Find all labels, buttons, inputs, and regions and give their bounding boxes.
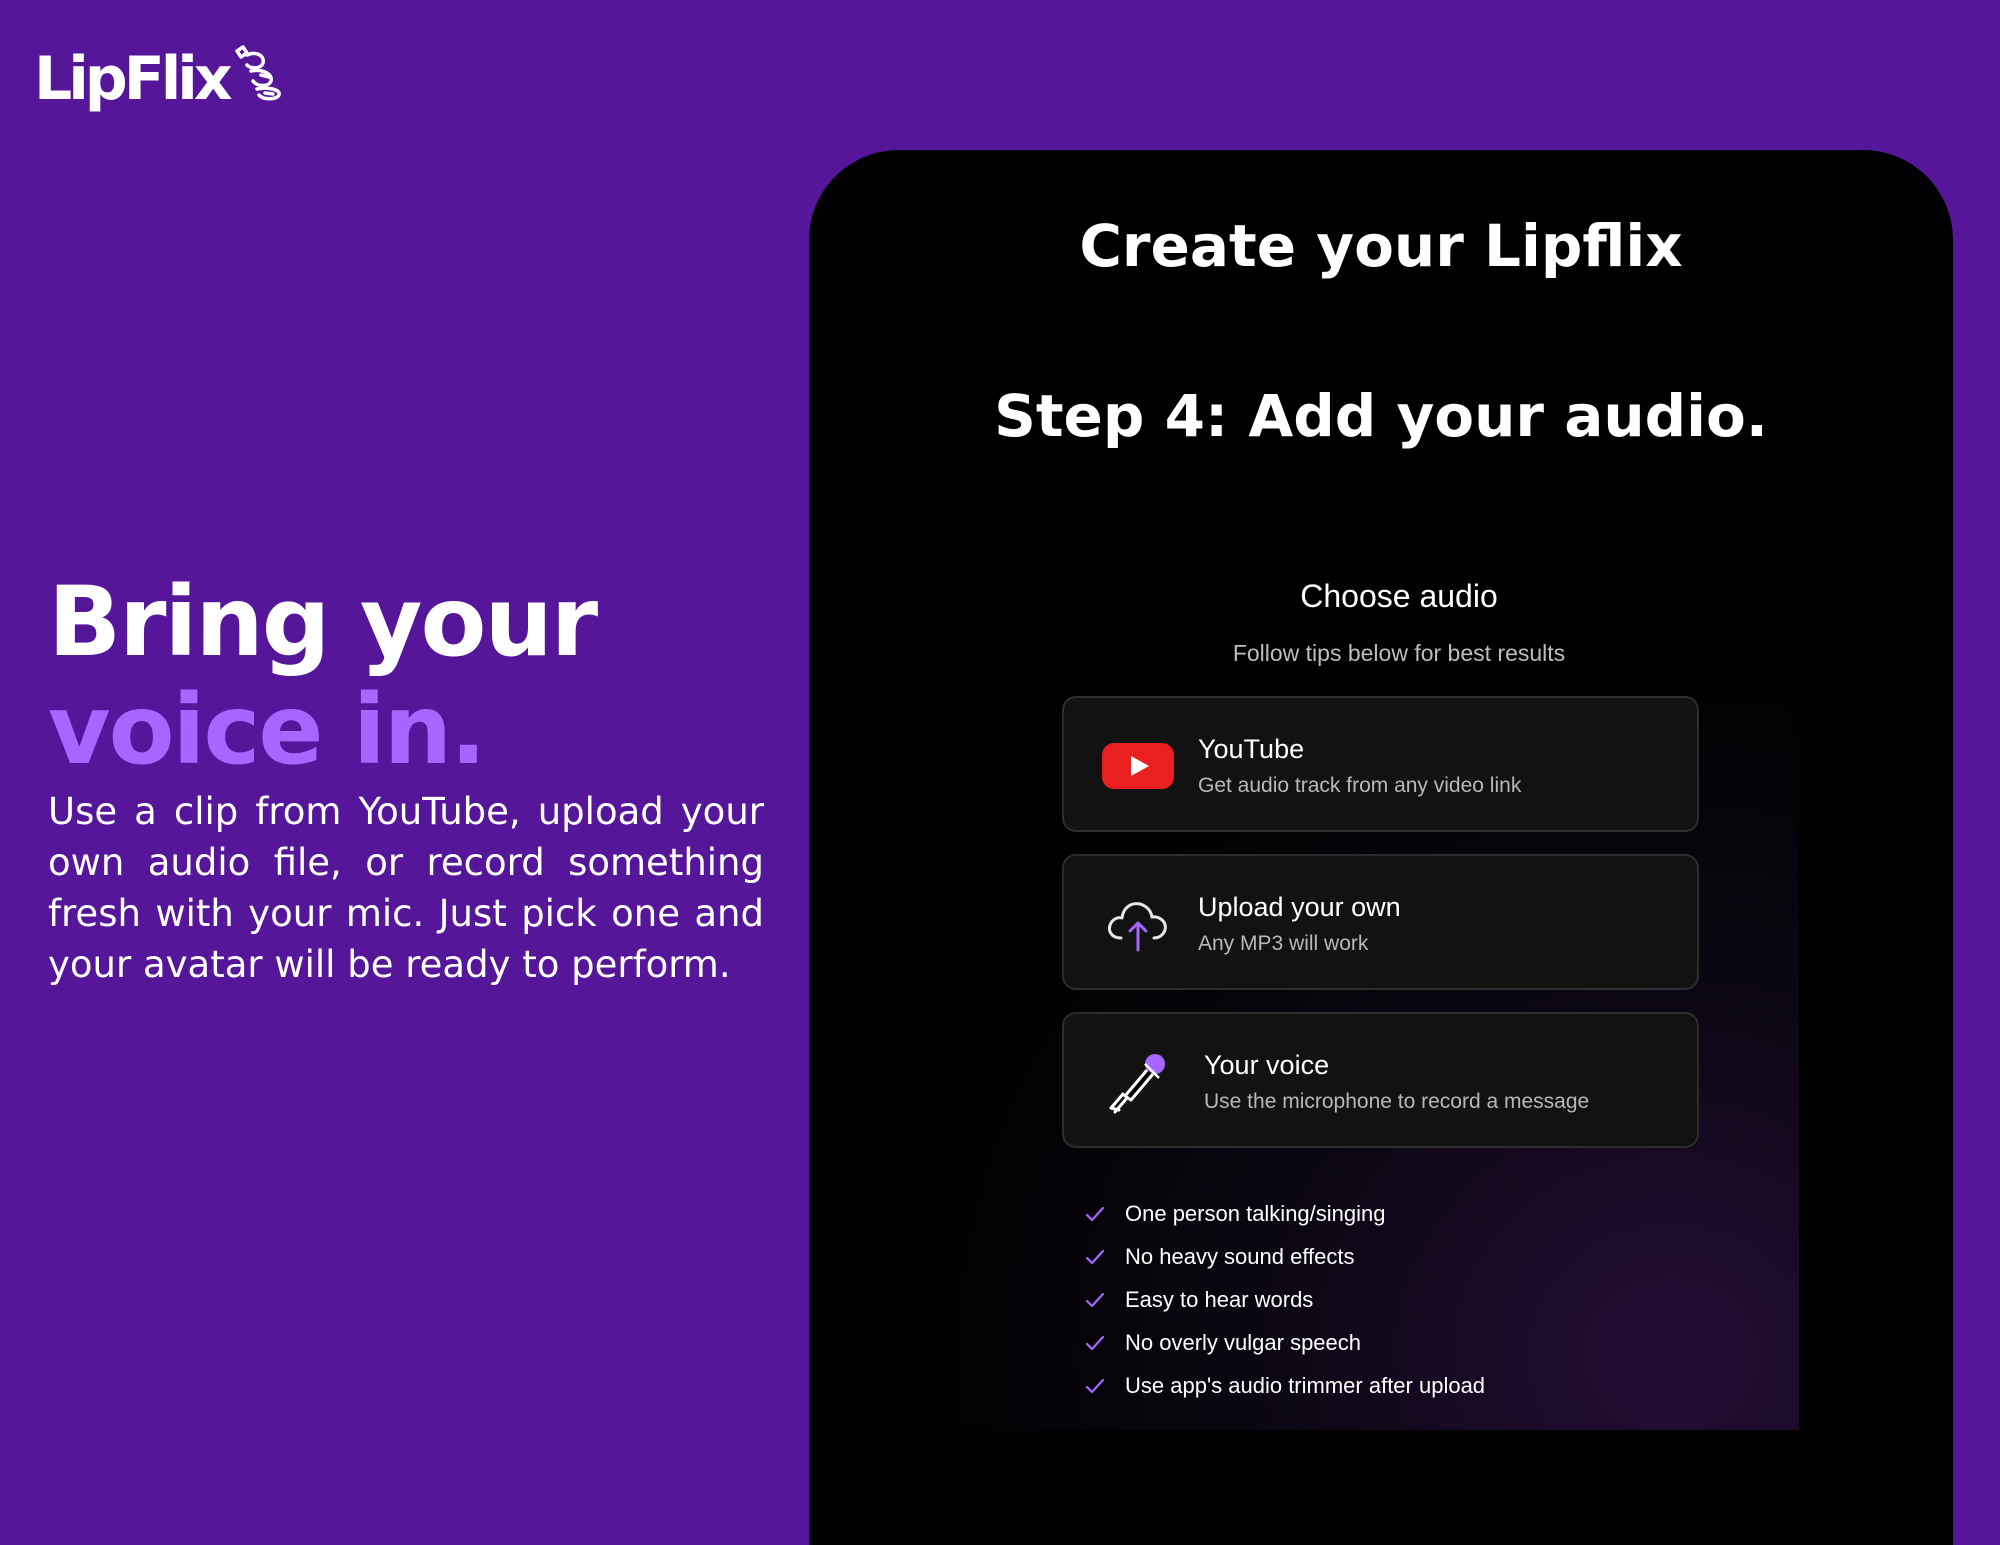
youtube-icon — [1100, 738, 1176, 794]
option-description: Use the microphone to record a message — [1204, 1090, 1590, 1113]
option-title: Your voice — [1204, 1050, 1330, 1080]
voice-option[interactable]: Your voice Use the microphone to record … — [1062, 1012, 1699, 1148]
hero-description: Use a clip from YouTube, upload your own… — [48, 790, 764, 986]
hero-section: Bring your voice in. Use a clip from You… — [48, 568, 764, 990]
check-icon — [1085, 1206, 1105, 1221]
tip-item: Easy to hear words — [1085, 1278, 1485, 1321]
hero-title-line2: voice in. — [48, 674, 487, 786]
tip-text: No overly vulgar speech — [1125, 1329, 1362, 1355]
hero-title-line1: Bring your — [48, 566, 598, 678]
option-title: YouTube — [1198, 734, 1305, 764]
choose-audio-subtitle: Follow tips below for best results — [1232, 640, 1566, 666]
lipflix-logo: LipFlix — [34, 44, 285, 114]
check-icon — [1085, 1378, 1105, 1393]
lips-hand-icon — [233, 45, 285, 105]
tip-text: Easy to hear words — [1125, 1286, 1314, 1312]
upload-option[interactable]: Upload your own Any MP3 will work — [1062, 854, 1699, 990]
tip-item: No overly vulgar speech — [1085, 1321, 1485, 1364]
choose-audio-title: Choose audio — [1300, 578, 1498, 614]
panel-title: Create your Lipflix — [1079, 212, 1683, 280]
check-icon — [1085, 1249, 1105, 1264]
logo-text: LipFlix — [34, 44, 233, 114]
step-heading: Step 4: Add your audio. — [994, 382, 1768, 450]
hero-title: Bring your voice in. — [48, 568, 764, 784]
app-screen-panel: Create your Lipflix Step 4: Add your aud… — [809, 150, 1953, 1545]
tip-item: One person talking/singing — [1085, 1192, 1485, 1235]
option-description: Any MP3 will work — [1198, 932, 1369, 955]
microphone-icon — [1100, 1054, 1176, 1114]
tip-text: One person talking/singing — [1125, 1200, 1386, 1226]
tip-text: No heavy sound effects — [1125, 1243, 1355, 1269]
cloud-upload-icon — [1100, 896, 1176, 952]
tip-text: Use app's audio trimmer after upload — [1125, 1372, 1486, 1398]
tip-item: Use app's audio trimmer after upload — [1085, 1364, 1485, 1407]
tip-item: No heavy sound effects — [1085, 1235, 1485, 1278]
check-icon — [1085, 1335, 1105, 1350]
option-title: Upload your own — [1198, 892, 1401, 922]
youtube-option[interactable]: YouTube Get audio track from any video l… — [1062, 696, 1699, 832]
option-description: Get audio track from any video link — [1198, 774, 1522, 797]
check-icon — [1085, 1292, 1105, 1307]
tips-list: One person talking/singing No heavy soun… — [1085, 1192, 1485, 1407]
